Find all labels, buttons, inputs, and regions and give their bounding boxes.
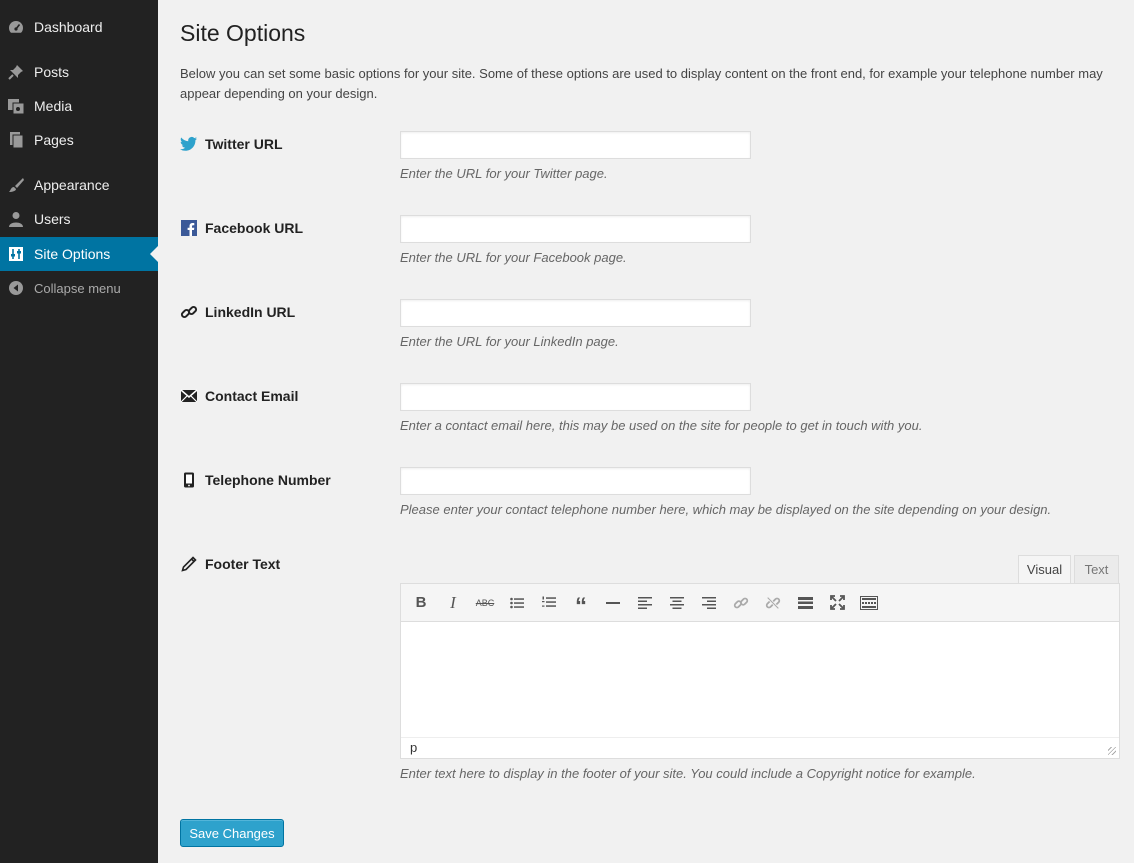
dashboard-icon bbox=[6, 17, 26, 37]
sidebar-item-users[interactable]: Users bbox=[0, 202, 158, 236]
facebook-url-input[interactable] bbox=[400, 215, 751, 243]
italic-icon[interactable]: I bbox=[437, 589, 469, 617]
align-center-icon[interactable] bbox=[661, 589, 693, 617]
numbered-list-icon[interactable] bbox=[533, 589, 565, 617]
sidebar-item-media[interactable]: Media bbox=[0, 89, 158, 123]
twitter-url-description: Enter the URL for your Twitter page. bbox=[400, 166, 608, 181]
toolbar-toggle-icon[interactable] bbox=[853, 589, 885, 617]
fullscreen-icon[interactable] bbox=[821, 589, 853, 617]
brush-icon bbox=[6, 175, 26, 195]
twitter-icon bbox=[180, 135, 198, 153]
user-icon bbox=[6, 209, 26, 229]
sidebar-item-label: Posts bbox=[34, 64, 70, 80]
contact-email-field-label: Contact Email bbox=[180, 386, 298, 406]
resize-handle-icon[interactable] bbox=[1108, 747, 1116, 755]
sidebar-item-label: Site Options bbox=[34, 246, 111, 262]
blockquote-icon[interactable]: “ bbox=[565, 589, 597, 620]
sliders-icon bbox=[6, 244, 26, 264]
twitter-field-label: Twitter URL bbox=[180, 134, 283, 154]
unlink-icon[interactable] bbox=[757, 589, 789, 617]
telephone-description: Please enter your contact telephone numb… bbox=[400, 502, 1052, 517]
horizontal-rule-icon[interactable] bbox=[597, 589, 629, 617]
pages-icon bbox=[6, 130, 26, 150]
admin-sidebar: Dashboard Posts Media Pages Appearance U… bbox=[0, 0, 158, 863]
sidebar-item-site-options[interactable]: Site Options bbox=[0, 237, 158, 271]
footer-text-editor-area[interactable] bbox=[401, 622, 1119, 737]
phone-icon bbox=[180, 471, 198, 489]
linkedin-field-label: LinkedIn URL bbox=[180, 302, 295, 322]
page-title: Site Options bbox=[180, 20, 306, 46]
facebook-url-description: Enter the URL for your Facebook page. bbox=[400, 250, 627, 265]
pin-icon bbox=[6, 62, 26, 82]
align-right-icon[interactable] bbox=[693, 589, 725, 617]
editor-toolbar: B I ABC “ bbox=[401, 584, 1119, 622]
linkedin-url-input[interactable] bbox=[400, 299, 751, 327]
contact-email-input[interactable] bbox=[400, 383, 751, 411]
link-icon bbox=[180, 303, 198, 321]
sidebar-item-label: Media bbox=[34, 98, 73, 114]
link-icon[interactable] bbox=[725, 589, 757, 617]
footer-text-field-label: Footer Text bbox=[180, 554, 280, 574]
twitter-url-input[interactable] bbox=[400, 131, 751, 159]
sidebar-item-label: Appearance bbox=[34, 177, 110, 193]
bold-icon[interactable]: B bbox=[405, 589, 437, 617]
envelope-icon bbox=[180, 387, 198, 405]
sidebar-item-label: Collapse menu bbox=[34, 280, 121, 296]
collapse-icon bbox=[6, 278, 26, 298]
contact-email-description: Enter a contact email here, this may be … bbox=[400, 418, 923, 433]
media-icon bbox=[6, 96, 26, 116]
sidebar-item-pages[interactable]: Pages bbox=[0, 123, 158, 157]
facebook-field-label: Facebook URL bbox=[180, 218, 303, 238]
linkedin-url-description: Enter the URL for your LinkedIn page. bbox=[400, 334, 619, 349]
bullet-list-icon[interactable] bbox=[501, 589, 533, 617]
telephone-field-label: Telephone Number bbox=[180, 470, 331, 490]
strikethrough-icon[interactable]: ABC bbox=[469, 589, 501, 617]
footer-text-description: Enter text here to display in the footer… bbox=[400, 766, 976, 781]
page-intro: Below you can set some basic options for… bbox=[180, 66, 1103, 101]
editor-path-bar: p bbox=[401, 737, 1119, 758]
tab-visual[interactable]: Visual bbox=[1018, 555, 1071, 584]
sidebar-item-appearance[interactable]: Appearance bbox=[0, 168, 158, 202]
sidebar-item-label: Pages bbox=[34, 132, 74, 148]
sidebar-item-posts[interactable]: Posts bbox=[0, 55, 158, 89]
footer-text-editor: B I ABC “ p bbox=[400, 583, 1120, 759]
tab-text[interactable]: Text bbox=[1074, 555, 1119, 584]
collapse-menu-button[interactable]: Collapse menu bbox=[0, 271, 158, 305]
facebook-icon bbox=[180, 219, 198, 237]
align-left-icon[interactable] bbox=[629, 589, 661, 617]
pencil-icon bbox=[180, 555, 198, 573]
save-changes-button[interactable]: Save Changes bbox=[180, 819, 284, 847]
main-content: Site Options Below you can set some basi… bbox=[180, 0, 1134, 863]
editor-path[interactable]: p bbox=[410, 740, 417, 755]
telephone-input[interactable] bbox=[400, 467, 751, 495]
sidebar-item-label: Users bbox=[34, 211, 71, 227]
read-more-icon[interactable] bbox=[789, 589, 821, 617]
sidebar-item-label: Dashboard bbox=[34, 19, 103, 35]
sidebar-item-dashboard[interactable]: Dashboard bbox=[0, 10, 158, 44]
